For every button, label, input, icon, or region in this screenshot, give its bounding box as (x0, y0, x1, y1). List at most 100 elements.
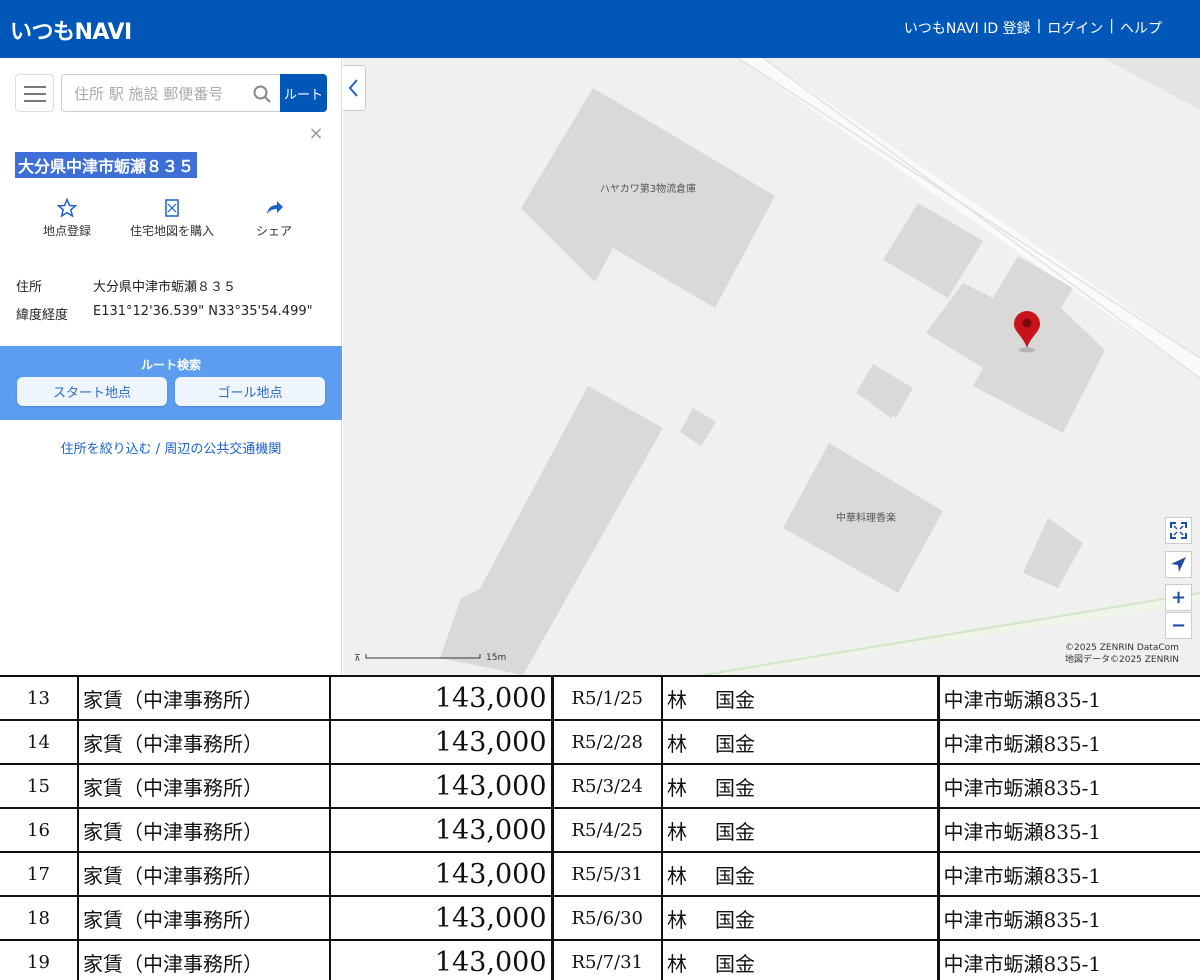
payee-surname: 林 (667, 819, 687, 844)
address-value: 大分県中津市蛎瀬８３５ (93, 280, 237, 295)
menu-line (24, 93, 46, 95)
minus-icon: − (1170, 615, 1187, 636)
payee-cell: 林 国金 (661, 675, 939, 721)
description-cell: 家賃（中津事務所） (77, 939, 331, 980)
location-cell: 中津市蛎瀬835-1 (936, 807, 1200, 853)
start-point-button[interactable]: スタート地点 (17, 377, 167, 406)
action-label: 地点登録 (42, 224, 91, 238)
menu-line (24, 86, 46, 88)
map-canvas: ハヤカワ第3物流倉庫 中華料理香楽 (440, 58, 1200, 675)
row-number: 18 (0, 895, 79, 941)
map-copyright: ©2025 ZENRIN DataCom 地図データ©2025 ZENRIN (1065, 642, 1179, 666)
action-buttons: 地点登録 住宅地図を購入 シェア (0, 198, 342, 258)
register-point-button[interactable]: 地点登録 (22, 198, 112, 239)
table-row: 18 家賃（中津事務所） 143,000 R5/6/30 林 国金 中津市蛎瀬835-1 (0, 895, 1200, 941)
zoom-in-button[interactable]: + (1165, 584, 1192, 611)
route-search-title: ルート検索 (140, 358, 201, 372)
latlng-label: 緯度経度 (16, 308, 69, 323)
plus-icon: + (1170, 587, 1187, 608)
star-icon (57, 198, 77, 218)
payee-surname: 林 (667, 731, 687, 756)
payee-surname: 林 (667, 687, 687, 712)
row-number: 19 (0, 939, 79, 980)
nav-separator: | (1109, 18, 1114, 34)
payee-given-name: 国金 (715, 863, 755, 888)
search-icon[interactable] (253, 85, 271, 103)
table-row: 15 家賃（中津事務所） 143,000 R5/3/24 林 国金 中津市蛎瀬835-1 (0, 763, 1200, 809)
nav-separator: | (1036, 18, 1042, 34)
payee-given-name: 国金 (715, 775, 755, 800)
description-cell: 家賃（中津事務所） (77, 807, 331, 853)
register-id-link[interactable]: いつもNAVI ID 登録 (904, 18, 1031, 38)
date-cell: R5/6/30 (551, 895, 663, 941)
payee-cell: 林 国金 (661, 895, 939, 941)
payee-cell: 林 国金 (661, 939, 939, 980)
action-label: 住宅地図を購入 (129, 224, 214, 238)
payee-cell: 林 国金 (661, 807, 939, 853)
row-number: 14 (0, 719, 79, 765)
amount-cell: 143,000 (329, 807, 554, 853)
refine-transit-links[interactable]: 住所を絞り込む / 周辺の公共交通機関 (0, 438, 342, 457)
help-link[interactable]: ヘルプ (1120, 18, 1162, 38)
row-number: 15 (0, 763, 79, 809)
building-warehouse (521, 88, 775, 308)
action-label: シェア (255, 224, 292, 238)
amount-cell: 143,000 (329, 719, 554, 765)
date-cell: R5/5/31 (551, 851, 663, 897)
chevron-left-icon (348, 79, 358, 97)
buy-housing-map-button[interactable]: 住宅地図を購入 (126, 198, 218, 239)
copyright-line: 地図データ©2025 ZENRIN (1065, 655, 1179, 665)
top-header: いつもNAVI いつもNAVI ID 登録 | ログイン | ヘルプ (0, 0, 1200, 58)
amount-cell: 143,000 (329, 763, 554, 809)
zoom-out-button[interactable]: − (1165, 612, 1192, 639)
description-cell: 家賃（中津事務所） (77, 675, 331, 721)
location-cell: 中津市蛎瀬835-1 (936, 719, 1200, 765)
copyright-line: ©2025 ZENRIN DataCom (1065, 643, 1179, 653)
map-scale: ⊼ 15m (352, 652, 512, 664)
share-icon (267, 201, 283, 214)
payee-given-name: 国金 (715, 907, 755, 932)
search-box (61, 74, 281, 112)
search-input[interactable] (74, 83, 244, 105)
menu-line (24, 100, 46, 102)
date-cell: R5/7/31 (551, 939, 663, 980)
payee-cell: 林 国金 (661, 719, 939, 765)
payee-cell: 林 国金 (661, 763, 939, 809)
payee-surname: 林 (667, 775, 687, 800)
building (1103, 58, 1200, 110)
navigation-arrow-icon (1171, 557, 1186, 572)
site-logo[interactable]: いつもNAVI (10, 14, 132, 46)
close-icon[interactable]: × (308, 125, 324, 143)
route-search-panel: ルート検索 スタート地点 ゴール地点 (0, 346, 342, 420)
map-view[interactable]: ハヤカワ第3物流倉庫 中華料理香楽 (343, 58, 1200, 675)
login-link[interactable]: ログイン (1047, 18, 1103, 38)
payee-given-name: 国金 (715, 819, 755, 844)
table-row: 16 家賃（中津事務所） 143,000 R5/4/25 林 国金 中津市蛎瀬835-1 (0, 807, 1200, 853)
location-cell: 中津市蛎瀬835-1 (936, 895, 1200, 941)
table-row: 14 家賃（中津事務所） 143,000 R5/2/28 林 国金 中津市蛎瀬835-1 (0, 719, 1200, 765)
collapse-sidebar-button[interactable] (343, 65, 366, 111)
table-row: 13 家賃（中津事務所） 143,000 R5/1/25 林 国金 中津市蛎瀬835-1 (0, 675, 1200, 721)
share-button[interactable]: シェア (229, 198, 319, 239)
location-cell: 中津市蛎瀬835-1 (936, 675, 1200, 721)
table-row: 17 家賃（中津事務所） 143,000 R5/5/31 林 国金 中津市蛎瀬835-1 (0, 851, 1200, 897)
description-cell: 家賃（中津事務所） (77, 719, 331, 765)
goal-point-button[interactable]: ゴール地点 (175, 377, 325, 406)
row-number: 13 (0, 675, 79, 721)
current-location-button[interactable] (1165, 551, 1192, 578)
payee-cell: 林 国金 (661, 851, 939, 897)
date-cell: R5/3/24 (551, 763, 663, 809)
building (1023, 518, 1083, 588)
date-cell: R5/4/25 (551, 807, 663, 853)
sidebar: ルート × 大分県中津市蛎瀬８３５ 地点登録 住宅地図を購入 シェア 住所 大分… (0, 58, 342, 675)
address-title: 大分県中津市蛎瀬８３５ (15, 152, 198, 178)
payee-surname: 林 (667, 951, 687, 976)
row-number: 16 (0, 807, 79, 853)
hamburger-menu-button[interactable] (15, 74, 54, 112)
amount-cell: 143,000 (329, 675, 554, 721)
location-cell: 中津市蛎瀬835-1 (936, 763, 1200, 809)
fullscreen-button[interactable] (1165, 517, 1192, 544)
route-button[interactable]: ルート (280, 74, 327, 112)
description-cell: 家賃（中津事務所） (77, 895, 331, 941)
scale-label: 15m (486, 653, 507, 663)
